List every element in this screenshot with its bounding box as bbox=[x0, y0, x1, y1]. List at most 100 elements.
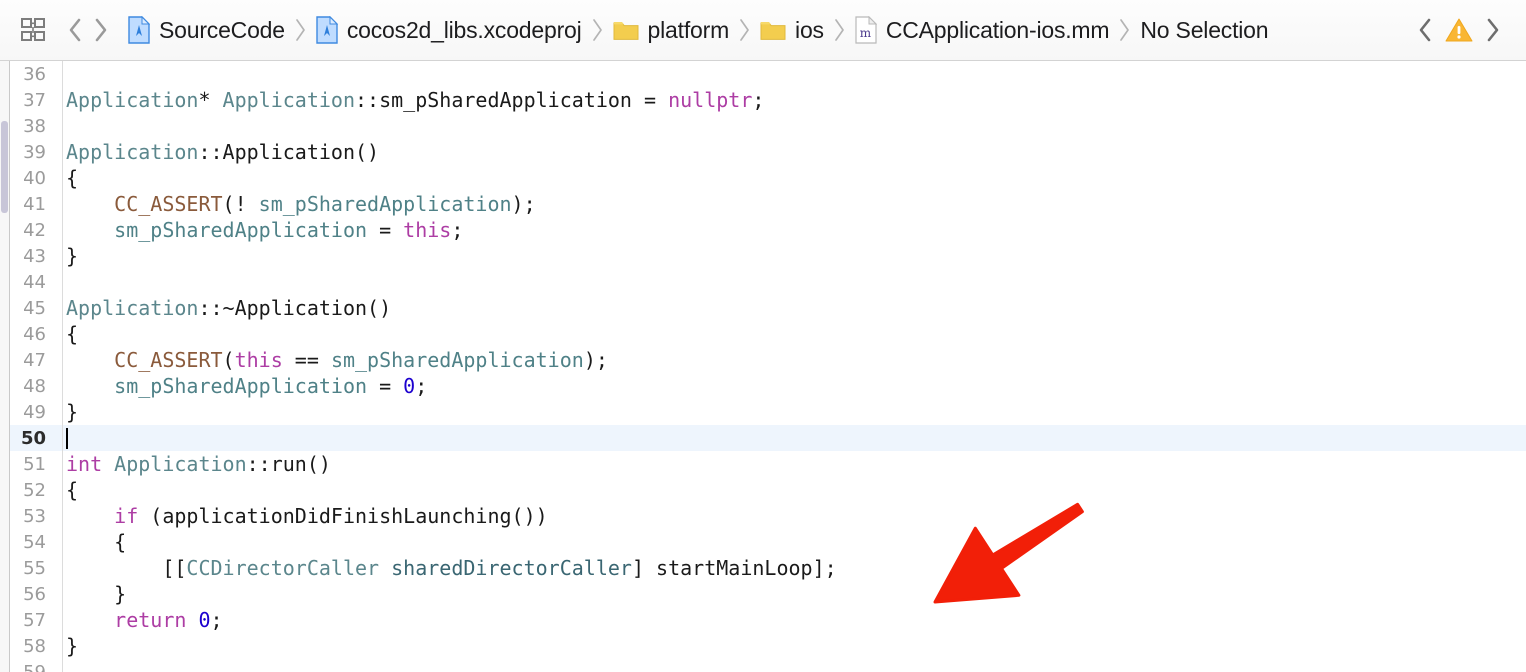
code-token: () bbox=[355, 140, 380, 164]
code-line-text[interactable]: { bbox=[54, 166, 1526, 190]
code-line[interactable]: 58} bbox=[0, 633, 1526, 659]
jump-bar: SourceCode cocos2d_libs.xcodeproj platfo… bbox=[0, 0, 1526, 61]
code-token: ); bbox=[583, 348, 608, 372]
code-token: = bbox=[631, 88, 669, 112]
code-line[interactable]: 53 if (applicationDidFinishLaunching()) bbox=[0, 503, 1526, 529]
code-line[interactable]: 52{ bbox=[0, 477, 1526, 503]
code-line[interactable]: 42 sm_pSharedApplication = this; bbox=[0, 217, 1526, 243]
code-line[interactable]: 43} bbox=[0, 243, 1526, 269]
code-line-text[interactable]: } bbox=[54, 634, 1526, 658]
code-line-text[interactable]: sm_pSharedApplication = 0; bbox=[54, 374, 1526, 398]
code-token: == bbox=[282, 348, 331, 372]
code-line-text[interactable] bbox=[54, 426, 1526, 450]
code-line-text[interactable]: { bbox=[54, 322, 1526, 346]
code-line[interactable]: 48 sm_pSharedApplication = 0; bbox=[0, 373, 1526, 399]
warning-triangle-icon[interactable] bbox=[1444, 16, 1474, 44]
breadcrumb-item-ccapplication-ios-mm[interactable]: m CCApplication-ios.mm bbox=[855, 16, 1110, 44]
editor-options-grid-icon[interactable] bbox=[20, 17, 46, 43]
code-token: ::~ bbox=[198, 296, 235, 320]
scrollbar-thumb[interactable] bbox=[1, 121, 8, 213]
editor-edge-scrollbar[interactable] bbox=[0, 61, 10, 672]
previous-issue-button[interactable] bbox=[1412, 13, 1438, 47]
code-token: Application bbox=[114, 452, 247, 476]
code-line[interactable]: 54 { bbox=[0, 529, 1526, 555]
code-line[interactable]: 55 [[CCDirectorCaller sharedDirectorCall… bbox=[0, 555, 1526, 581]
code-line[interactable]: 41 CC_ASSERT(! sm_pSharedApplication); bbox=[0, 191, 1526, 217]
code-line[interactable]: 56 } bbox=[0, 581, 1526, 607]
code-line[interactable]: 37 Application* Application::sm_pSharedAp… bbox=[0, 87, 1526, 113]
code-line-text[interactable]: Application::Application() bbox=[54, 140, 1526, 164]
code-line-text[interactable]: if (applicationDidFinishLaunching()) bbox=[54, 504, 1526, 528]
objc-mm-file-icon: m bbox=[855, 16, 877, 44]
code-line[interactable]: 50 bbox=[0, 425, 1526, 451]
svg-text:m: m bbox=[860, 26, 872, 40]
breadcrumb-item-platform[interactable]: platform bbox=[613, 17, 729, 44]
code-token: :: bbox=[355, 88, 380, 112]
code-line-text[interactable]: } bbox=[54, 244, 1526, 268]
code-token: ( bbox=[222, 348, 235, 372]
code-line-text[interactable]: } bbox=[54, 582, 1526, 606]
code-token: Application bbox=[222, 140, 355, 164]
breadcrumb-separator bbox=[1119, 18, 1130, 42]
code-line[interactable]: 38 bbox=[0, 113, 1526, 139]
code-token: Application bbox=[66, 296, 199, 320]
code-token: } bbox=[66, 582, 127, 606]
code-line-text[interactable]: } bbox=[54, 400, 1526, 424]
code-line[interactable]: 46{ bbox=[0, 321, 1526, 347]
breadcrumb-item-no-selection[interactable]: No Selection bbox=[1140, 17, 1268, 44]
forward-button[interactable] bbox=[88, 13, 114, 47]
code-line[interactable]: 51 int Application::run() bbox=[0, 451, 1526, 477]
code-line-text[interactable]: { bbox=[54, 530, 1526, 554]
code-token: return bbox=[114, 608, 187, 632]
code-line[interactable]: 45 Application::~Application() bbox=[0, 295, 1526, 321]
breadcrumb-label: ios bbox=[795, 16, 824, 43]
breadcrumb-item-ios[interactable]: ios bbox=[760, 17, 824, 44]
code-line-text[interactable]: int Application::run() bbox=[54, 452, 1526, 476]
code-token: ] startMainLoop]; bbox=[631, 556, 837, 580]
code-lines-container[interactable]: 36 37 Application* Application::sm_pShared… bbox=[0, 61, 1526, 672]
breadcrumb-item-cocos2d-libs-xcodeproj[interactable]: cocos2d_libs.xcodeproj bbox=[316, 16, 582, 44]
code-line[interactable]: 40{ bbox=[0, 165, 1526, 191]
code-token: { bbox=[66, 166, 79, 190]
code-line[interactable]: 59 bbox=[0, 659, 1526, 672]
breadcrumb-item-sourcecode[interactable]: SourceCode bbox=[128, 16, 285, 44]
code-line-text[interactable]: CC_ASSERT(! sm_pSharedApplication); bbox=[54, 192, 1526, 216]
code-token: this bbox=[234, 348, 283, 372]
code-line[interactable]: 47 CC_ASSERT(this == sm_pSharedApplicati… bbox=[0, 347, 1526, 373]
source-editor[interactable]: 36 37 Application* Application::sm_pShared… bbox=[0, 61, 1526, 672]
code-line-text[interactable]: return 0; bbox=[54, 608, 1526, 632]
breadcrumb-label: platform bbox=[647, 16, 730, 43]
code-line[interactable]: 44 bbox=[0, 269, 1526, 295]
code-token: = bbox=[367, 374, 404, 398]
breadcrumb-separator bbox=[739, 18, 750, 42]
code-token: } bbox=[66, 634, 79, 658]
next-issue-button[interactable] bbox=[1480, 13, 1506, 47]
code-token: if bbox=[114, 504, 139, 528]
code-token: ; bbox=[415, 374, 428, 398]
code-line[interactable]: 39 Application::Application() bbox=[0, 139, 1526, 165]
breadcrumb-separator bbox=[592, 18, 603, 42]
code-token: sm_pSharedApplication bbox=[379, 88, 632, 112]
code-token: () bbox=[367, 296, 392, 320]
code-line-text[interactable]: Application::~Application() bbox=[54, 296, 1526, 320]
code-line-text[interactable]: sm_pSharedApplication = this; bbox=[54, 218, 1526, 242]
folder-icon bbox=[760, 19, 786, 41]
back-button[interactable] bbox=[62, 13, 88, 47]
code-line[interactable]: 49} bbox=[0, 399, 1526, 425]
code-line[interactable]: 57 return 0; bbox=[0, 607, 1526, 633]
code-token: Application bbox=[66, 88, 199, 112]
code-line[interactable]: 36 bbox=[0, 61, 1526, 87]
code-line-text[interactable]: [[CCDirectorCaller sharedDirectorCaller]… bbox=[54, 556, 1526, 580]
code-token: Application bbox=[66, 140, 199, 164]
issue-navigation bbox=[1412, 13, 1512, 47]
code-token: (applicationDidFinishLaunching()) bbox=[138, 504, 548, 528]
code-line-text[interactable]: Application* Application::sm_pSharedAppl… bbox=[54, 88, 1526, 112]
text-cursor bbox=[66, 428, 68, 449]
code-line-text[interactable]: CC_ASSERT(this == sm_pSharedApplication)… bbox=[54, 348, 1526, 372]
code-line-text[interactable]: { bbox=[54, 478, 1526, 502]
code-token: ); bbox=[511, 192, 536, 216]
